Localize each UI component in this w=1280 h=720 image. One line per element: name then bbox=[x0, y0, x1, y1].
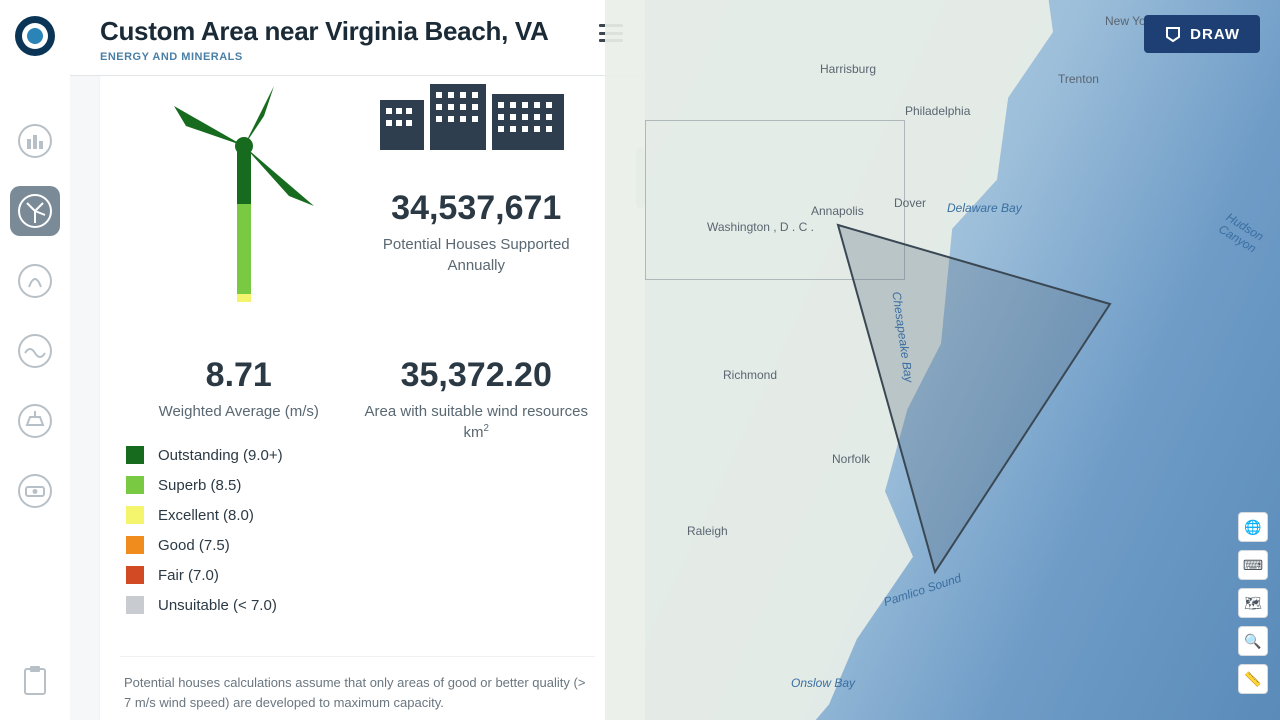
wave-nav-icon[interactable] bbox=[10, 326, 60, 376]
legend-swatch bbox=[126, 566, 144, 584]
wind-legend: Outstanding (9.0+) Superb (8.5) Excellent … bbox=[120, 446, 358, 614]
legend-label: Good (7.5) bbox=[158, 537, 230, 554]
city-label: Norfolk bbox=[832, 452, 870, 466]
legend-label: Outstanding (9.0+) bbox=[158, 447, 283, 464]
area-value: 35,372.20 bbox=[358, 356, 596, 395]
legend-label: Excellent (8.0) bbox=[158, 507, 254, 524]
ecology-nav-icon[interactable] bbox=[10, 256, 60, 306]
search-tool-icon[interactable]: 🔍 bbox=[1238, 626, 1268, 656]
state-border bbox=[645, 120, 905, 280]
layers-tool-icon[interactable]: 🗺 bbox=[1238, 588, 1268, 618]
map-canvas[interactable]: New YorkHarrisburgTrentonPhiladelphiaDov… bbox=[645, 0, 1280, 720]
legend-swatch bbox=[126, 506, 144, 524]
water-label: Delaware Bay bbox=[947, 201, 1022, 215]
legend-swatch bbox=[126, 476, 144, 494]
area-label: Area with suitable wind resources km2 bbox=[358, 401, 596, 443]
area-title: Custom Area near Virginia Beach, VA bbox=[100, 16, 549, 47]
nav-rail bbox=[0, 0, 70, 720]
map-tool-stack: 🌐 ⌨ 🗺 🔍 📏 bbox=[1238, 512, 1268, 694]
wind-turbine-graphic bbox=[159, 86, 319, 316]
city-label: Harrisburg bbox=[820, 62, 876, 76]
app-logo[interactable] bbox=[13, 14, 57, 58]
houses-label: Potential Houses Supported Annually bbox=[358, 234, 596, 276]
keyboard-tool-icon[interactable]: ⌨ bbox=[1238, 550, 1268, 580]
economic-nav-icon[interactable] bbox=[10, 466, 60, 516]
globe-tool-icon[interactable]: 🌐 bbox=[1238, 512, 1268, 542]
shipping-nav-icon[interactable] bbox=[10, 396, 60, 446]
legend-item: Excellent (8.0) bbox=[126, 506, 358, 524]
legend-label: Fair (7.0) bbox=[158, 567, 219, 584]
wind-energy-nav-icon[interactable] bbox=[10, 186, 60, 236]
water-label: Hudson Canyon bbox=[1216, 210, 1280, 266]
city-label: Dover bbox=[894, 196, 926, 210]
legend-swatch bbox=[126, 536, 144, 554]
legend-item: Fair (7.0) bbox=[126, 566, 358, 584]
footnote-text: Potential houses calculations assume tha… bbox=[120, 656, 595, 716]
city-label: Richmond bbox=[723, 368, 777, 382]
legend-swatch bbox=[126, 446, 144, 464]
city-label: Philadelphia bbox=[905, 104, 970, 118]
category-subtitle: ENERGY AND MINERALS bbox=[100, 51, 549, 63]
clipboard-icon[interactable] bbox=[10, 656, 60, 706]
panel-header: Custom Area near Virginia Beach, VA ENER… bbox=[70, 0, 645, 76]
city-label: Washington , D . C . bbox=[707, 220, 814, 234]
draw-polygon-icon bbox=[1164, 25, 1182, 43]
legend-item: Good (7.5) bbox=[126, 536, 358, 554]
landmass-shape bbox=[605, 0, 1165, 720]
info-panel: Custom Area near Virginia Beach, VA ENER… bbox=[70, 0, 645, 720]
legend-item: Unsuitable (< 7.0) bbox=[126, 596, 358, 614]
buildings-graphic bbox=[376, 76, 576, 166]
city-label: Trenton bbox=[1058, 72, 1099, 86]
weighted-avg-value: 8.71 bbox=[120, 356, 358, 395]
legend-item: Superb (8.5) bbox=[126, 476, 358, 494]
legend-label: Superb (8.5) bbox=[158, 477, 241, 494]
legend-item: Outstanding (9.0+) bbox=[126, 446, 358, 464]
city-label: Raleigh bbox=[687, 524, 728, 538]
legend-label: Unsuitable (< 7.0) bbox=[158, 597, 277, 614]
measure-tool-icon[interactable]: 📏 bbox=[1238, 664, 1268, 694]
overview-nav-icon[interactable] bbox=[10, 116, 60, 166]
draw-button[interactable]: DRAW bbox=[1144, 15, 1260, 53]
weighted-avg-label: Weighted Average (m/s) bbox=[120, 401, 358, 422]
houses-value: 34,537,671 bbox=[358, 189, 596, 228]
city-label: Annapolis bbox=[811, 204, 864, 218]
legend-swatch bbox=[126, 596, 144, 614]
water-label: Onslow Bay bbox=[791, 676, 855, 690]
